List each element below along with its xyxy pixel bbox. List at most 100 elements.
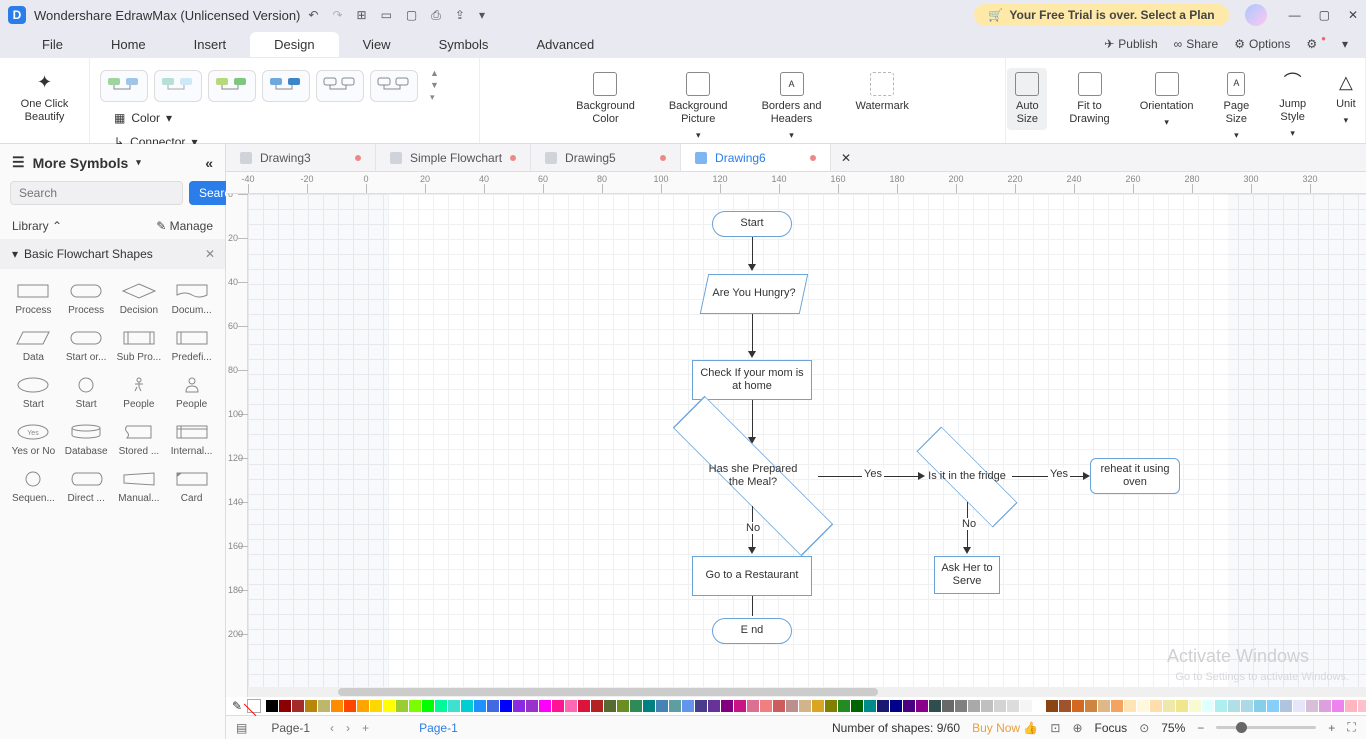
redo-icon[interactable]: ↷: [332, 8, 342, 22]
color-swatch[interactable]: [942, 700, 954, 712]
color-swatch[interactable]: [279, 700, 291, 712]
shape-item[interactable]: Docum...: [166, 277, 217, 320]
shape-item[interactable]: Sequen...: [8, 465, 59, 508]
tab-simple-flowchart[interactable]: Simple Flowchart: [376, 144, 531, 171]
color-swatch[interactable]: [981, 700, 993, 712]
node-check-mom[interactable]: Check If your mom is at home: [692, 360, 812, 400]
color-swatch[interactable]: [1033, 700, 1045, 712]
color-swatch[interactable]: [422, 700, 434, 712]
section-header[interactable]: ▾ Basic Flowchart Shapes ✕: [0, 239, 225, 269]
shape-item[interactable]: Start: [8, 371, 59, 414]
node-prepared[interactable]: Has she Prepared the Meal?: [688, 446, 818, 506]
color-swatch[interactable]: [487, 700, 499, 712]
color-swatch[interactable]: [786, 700, 798, 712]
color-swatch[interactable]: [526, 700, 538, 712]
buy-now-button[interactable]: Buy Now 👍: [972, 721, 1038, 735]
color-swatch[interactable]: [708, 700, 720, 712]
background-color-button[interactable]: Background Color: [568, 68, 643, 130]
color-swatch[interactable]: [565, 700, 577, 712]
color-swatch[interactable]: [604, 700, 616, 712]
export-icon[interactable]: ⇪: [455, 8, 465, 22]
shape-item[interactable]: Predefi...: [166, 324, 217, 367]
theme-3[interactable]: [208, 70, 256, 102]
color-swatch[interactable]: [903, 700, 915, 712]
theme-scroll-up-icon[interactable]: ▲: [430, 68, 439, 78]
shape-item[interactable]: Direct ...: [61, 465, 112, 508]
color-swatch[interactable]: [318, 700, 330, 712]
color-swatch[interactable]: [513, 700, 525, 712]
options-button[interactable]: ⚙ Options: [1234, 37, 1290, 51]
watermark-button[interactable]: Watermark: [848, 68, 917, 117]
horizontal-scrollbar[interactable]: [248, 687, 1366, 697]
shape-item[interactable]: Card: [166, 465, 217, 508]
color-swatch[interactable]: [435, 700, 447, 712]
color-swatch[interactable]: [1345, 700, 1357, 712]
color-swatch[interactable]: [773, 700, 785, 712]
color-swatch[interactable]: [1176, 700, 1188, 712]
color-swatch[interactable]: [1306, 700, 1318, 712]
color-swatch[interactable]: [955, 700, 967, 712]
theme-5[interactable]: [316, 70, 364, 102]
color-swatch[interactable]: [1020, 700, 1032, 712]
shape-item[interactable]: Stored ...: [114, 418, 165, 461]
color-swatch[interactable]: [331, 700, 343, 712]
color-swatch[interactable]: [1137, 700, 1149, 712]
color-swatch[interactable]: [1241, 700, 1253, 712]
zoom-slider[interactable]: [1216, 726, 1316, 729]
color-swatch[interactable]: [1332, 700, 1344, 712]
color-swatch[interactable]: [292, 700, 304, 712]
color-swatch[interactable]: [1072, 700, 1084, 712]
section-close-icon[interactable]: ✕: [205, 247, 215, 261]
color-swatch[interactable]: [851, 700, 863, 712]
page-add-icon[interactable]: +: [356, 721, 375, 735]
color-swatch[interactable]: [1280, 700, 1292, 712]
shape-item[interactable]: Decision: [114, 277, 165, 320]
color-swatch[interactable]: [630, 700, 642, 712]
node-fridge[interactable]: Is it in the fridge: [922, 452, 1012, 502]
color-swatch[interactable]: [305, 700, 317, 712]
unit-button[interactable]: △Unit▾: [1328, 68, 1364, 130]
shape-item[interactable]: Sub Pro...: [114, 324, 165, 367]
color-swatch[interactable]: [383, 700, 395, 712]
minimize-icon[interactable]: —: [1289, 8, 1301, 22]
fit-drawing-button[interactable]: Fit to Drawing: [1061, 68, 1117, 130]
node-serve[interactable]: Ask Her to Serve: [934, 556, 1000, 594]
color-swatch[interactable]: [734, 700, 746, 712]
notification-icon[interactable]: ⚙●: [1306, 37, 1326, 51]
orientation-button[interactable]: Orientation▾: [1132, 68, 1202, 132]
page-layout-icon[interactable]: ▤: [236, 721, 247, 735]
background-picture-button[interactable]: Background Picture▾: [661, 68, 736, 145]
shape-item[interactable]: Internal...: [166, 418, 217, 461]
color-swatch[interactable]: [357, 700, 369, 712]
menu-file[interactable]: File: [18, 32, 87, 57]
undo-icon[interactable]: ↶: [308, 8, 318, 22]
more-symbols-button[interactable]: ☰ More Symbols▾ «: [0, 144, 225, 181]
color-swatch[interactable]: [656, 700, 668, 712]
color-swatch[interactable]: [812, 700, 824, 712]
publish-button[interactable]: ✈ Publish: [1104, 37, 1157, 51]
color-swatch[interactable]: [929, 700, 941, 712]
more-quick-icon[interactable]: ▾: [479, 8, 485, 22]
color-swatch[interactable]: [539, 700, 551, 712]
color-swatch[interactable]: [916, 700, 928, 712]
library-toggle[interactable]: Library ⌃: [12, 219, 62, 233]
manage-button[interactable]: ✎ Manage: [156, 219, 213, 233]
shape-item[interactable]: Process: [8, 277, 59, 320]
color-swatch[interactable]: [838, 700, 850, 712]
page-tab-1[interactable]: Page-1: [257, 718, 324, 738]
menu-design[interactable]: Design: [250, 32, 338, 57]
color-swatch[interactable]: [1150, 700, 1162, 712]
shape-item[interactable]: Manual...: [114, 465, 165, 508]
eyedropper-icon[interactable]: ✎: [232, 699, 242, 713]
color-swatch[interactable]: [721, 700, 733, 712]
color-swatch[interactable]: [266, 700, 278, 712]
shape-item[interactable]: People: [114, 371, 165, 414]
tab-drawing3[interactable]: Drawing3: [226, 144, 376, 171]
trial-banner[interactable]: 🛒 Your Free Trial is over. Select a Plan: [974, 4, 1228, 26]
color-swatch[interactable]: [1202, 700, 1214, 712]
color-swatch[interactable]: [1189, 700, 1201, 712]
color-swatch[interactable]: [370, 700, 382, 712]
color-swatch[interactable]: [747, 700, 759, 712]
color-swatch[interactable]: [409, 700, 421, 712]
zoom-out-icon[interactable]: −: [1197, 721, 1204, 735]
